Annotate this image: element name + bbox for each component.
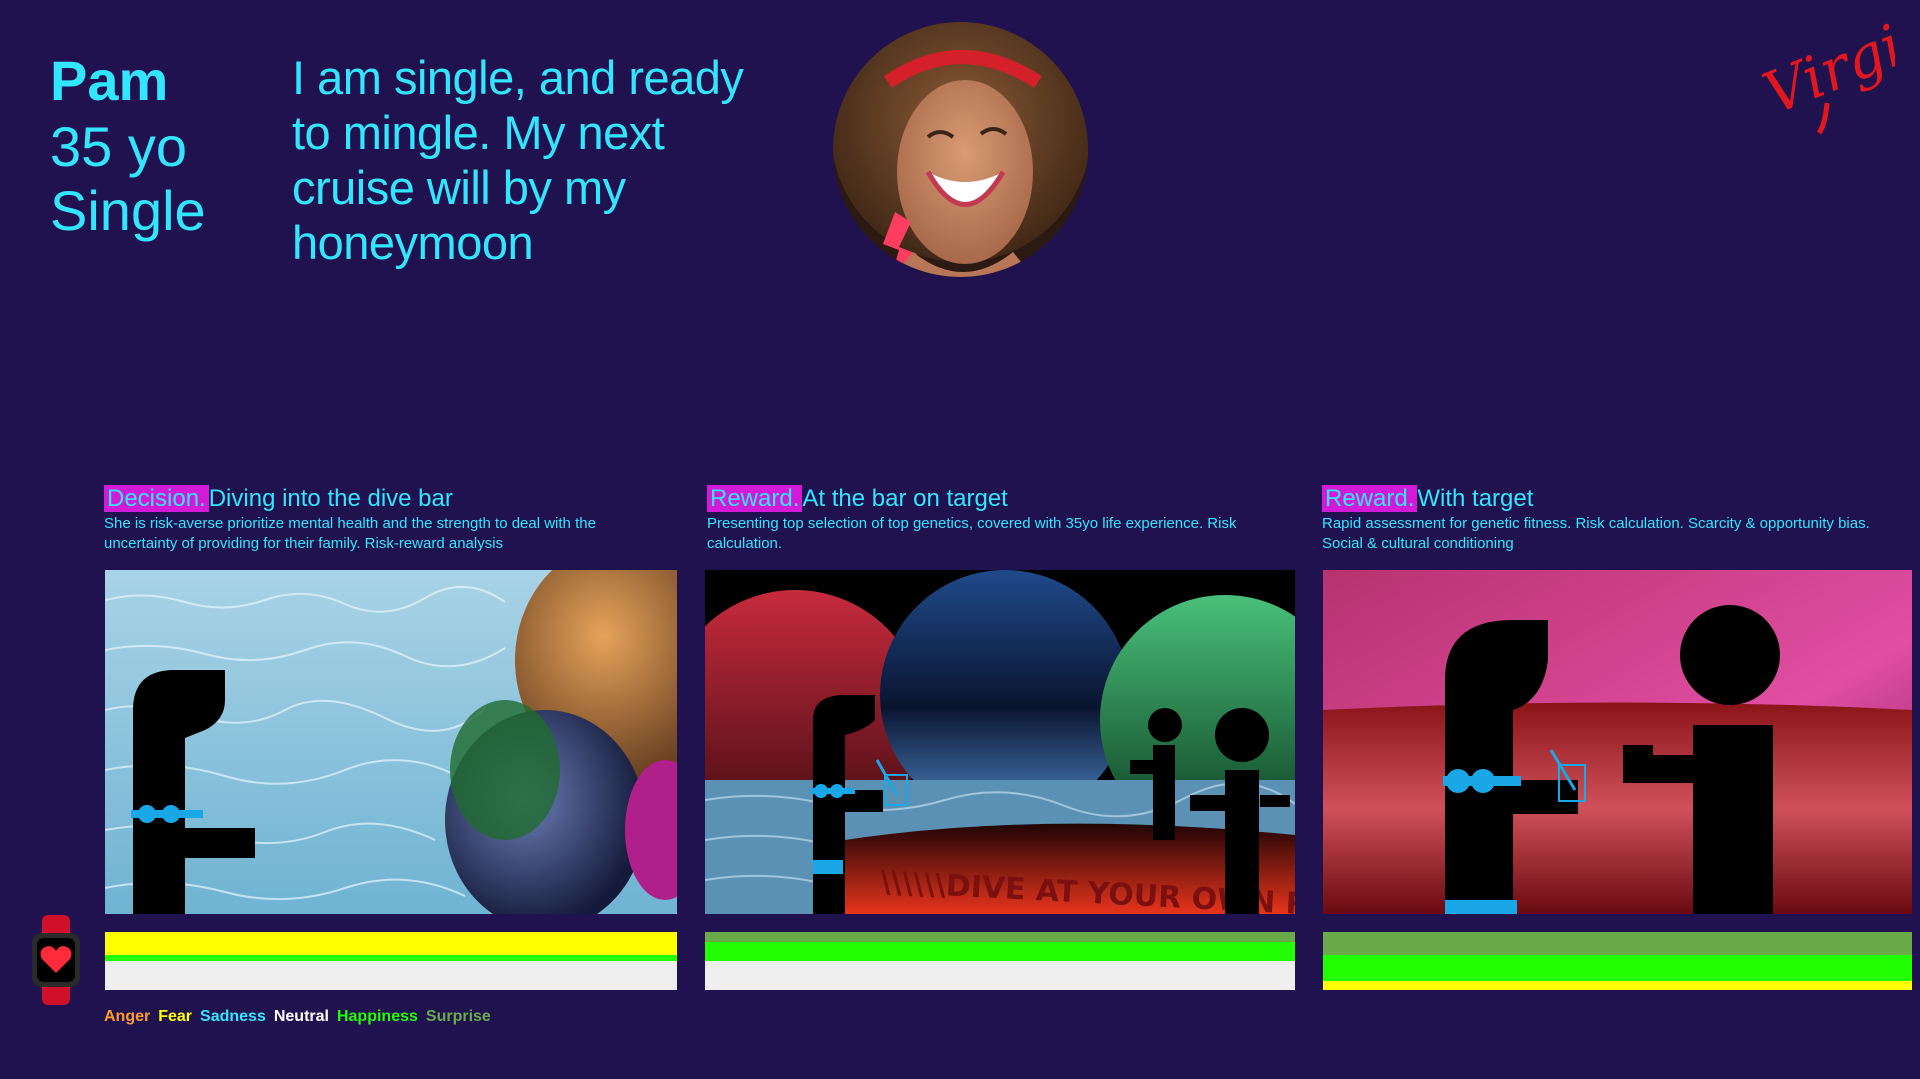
- panel-3-title: With target: [1417, 485, 1534, 512]
- emotion-stripe-surprise: [705, 932, 1295, 943]
- persona-photo: [833, 22, 1088, 277]
- persona-quote: I am single, and ready to mingle. My nex…: [292, 51, 744, 269]
- scene-1-pool-illustration: [105, 570, 677, 914]
- panel-1-header: Decision. Diving into the dive bar She is…: [104, 484, 664, 554]
- persona-age: 35 yo: [50, 115, 187, 178]
- panel-2-header: Reward. At the bar on target Presenting t…: [707, 484, 1267, 554]
- panel-1-tag: Decision.: [104, 485, 209, 512]
- panel-1-emotion-bar: [105, 932, 677, 990]
- panel-3-description: Rapid assessment for genetic fitness. Ri…: [1322, 515, 1870, 552]
- emotion-stripe-fear: [1323, 981, 1912, 990]
- panel-2-title: At the bar on target: [802, 485, 1008, 512]
- panel-2-tag: Reward.: [707, 485, 803, 512]
- virgin-logo: Virgin: [1754, 0, 1920, 135]
- emotion-stripe-fear: [105, 932, 677, 956]
- panel-2-description: Presenting top selection of top genetics…: [707, 515, 1237, 552]
- emotion-stripe-happiness: [1323, 955, 1912, 982]
- legend-item-anger: Anger: [104, 1008, 151, 1025]
- panel-1-description: She is risk-averse prioritize mental hea…: [104, 515, 596, 552]
- legend-item-sadness: Sadness: [200, 1008, 266, 1025]
- emotion-stripe-happiness: [705, 942, 1295, 961]
- persona-name: Pam: [50, 49, 169, 112]
- panel-3-header: Reward. With target Rapid assessment for …: [1322, 484, 1882, 554]
- scene-3-target-illustration: [1323, 570, 1912, 914]
- scene-2-bar-illustration: \\\\\\DIVE AT YOUR OWN RISK////: [705, 570, 1295, 914]
- emotion-stripe-surprise: [1323, 932, 1912, 956]
- legend-item-neutral: Neutral: [273, 1008, 329, 1025]
- emotion-legend: Anger Fear Sadness Neutral Happiness Surprise: [104, 1008, 491, 1026]
- panel-1-title-line: Decision. Diving into the dive bar: [104, 484, 664, 514]
- persona-status: Single: [50, 179, 206, 242]
- legend-item-fear: Fear: [158, 1008, 193, 1025]
- panel-3-tag: Reward.: [1322, 485, 1418, 512]
- panel-3-title-line: Reward. With target: [1322, 484, 1882, 514]
- emotion-stripe-neutral: [705, 961, 1295, 990]
- emotion-stripe-neutral: [105, 961, 677, 990]
- panel-3-emotion-bar: [1323, 932, 1912, 990]
- legend-item-happiness: Happiness: [336, 1008, 418, 1025]
- panel-2-title-line: Reward. At the bar on target: [707, 484, 1267, 514]
- smartwatch-heart-icon: [28, 915, 84, 1005]
- panel-1-title: Diving into the dive bar: [208, 485, 453, 512]
- panel-2-emotion-bar: [705, 932, 1295, 990]
- legend-item-surprise: Surprise: [425, 1008, 491, 1025]
